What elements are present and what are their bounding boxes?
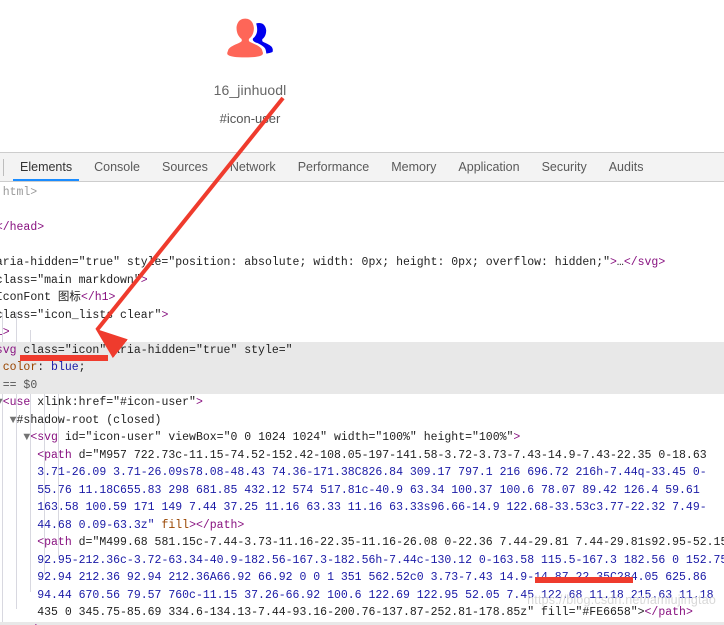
screenshot-root: 16_jinhuodl #icon-user Elements Console So… xyxy=(0,0,724,625)
underline-marker-color-blue xyxy=(20,355,108,361)
underline-marker-fill-color xyxy=(535,577,633,583)
watermark-text: https://blog.csdn.net/iamlujingtao xyxy=(527,593,716,607)
red-arrow-icon xyxy=(95,96,285,359)
annotation-overlay xyxy=(95,96,285,359)
